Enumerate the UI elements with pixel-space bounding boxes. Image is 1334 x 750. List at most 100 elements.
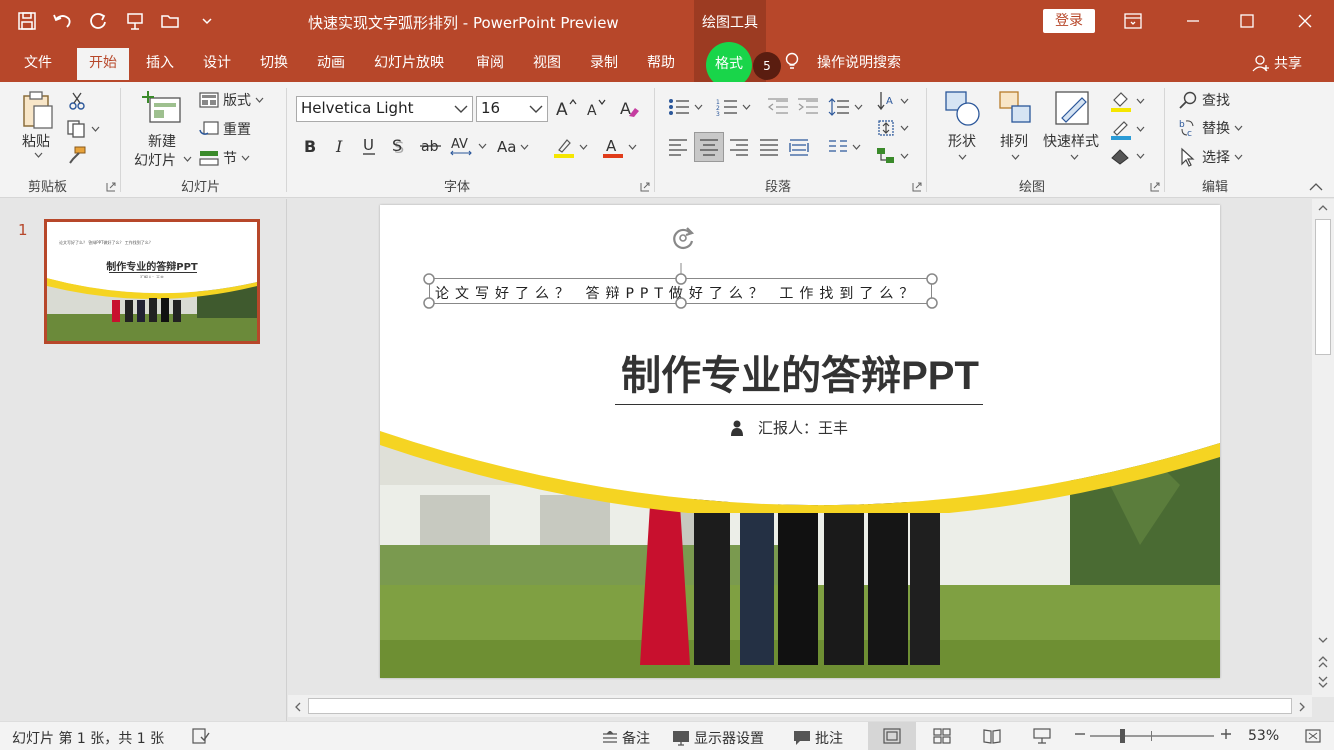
present-icon[interactable] xyxy=(122,8,148,34)
tab-record[interactable]: 录制 xyxy=(590,52,618,72)
font-name-combo[interactable]: Helvetica Light xyxy=(296,96,473,122)
rotate-handle-icon[interactable] xyxy=(667,223,699,253)
normal-view-icon[interactable] xyxy=(868,722,916,750)
zoom-level[interactable]: 53% xyxy=(1248,728,1279,744)
undo-icon[interactable] xyxy=(50,8,76,34)
reporter-line[interactable]: 汇报人：王丰 xyxy=(730,417,848,438)
vertical-scroll-thumb[interactable] xyxy=(1315,219,1331,355)
font-launcher-icon[interactable] xyxy=(640,182,650,192)
arrange-label[interactable]: 排列 xyxy=(1000,131,1028,151)
tab-help[interactable]: 帮助 xyxy=(647,52,675,72)
layout-button[interactable]: 版式 xyxy=(199,90,264,110)
zoom-slider-thumb[interactable] xyxy=(1120,729,1125,743)
horizontal-scroll-thumb[interactable] xyxy=(308,698,1292,714)
tab-slideshow[interactable]: 幻灯片放映 xyxy=(374,52,444,72)
paste-dropdown-icon[interactable] xyxy=(34,152,43,158)
distributed-icon[interactable] xyxy=(789,138,809,156)
paragraph-launcher-icon[interactable] xyxy=(912,182,922,192)
scroll-left-icon[interactable] xyxy=(293,701,303,713)
tab-animations[interactable]: 动画 xyxy=(317,52,345,72)
increase-indent-icon[interactable] xyxy=(797,98,819,116)
strikethrough-icon[interactable]: ab xyxy=(420,136,442,156)
arrange-icon[interactable] xyxy=(998,90,1034,128)
tell-me-lightbulb-icon[interactable] xyxy=(784,52,800,72)
minimize-icon[interactable] xyxy=(1180,10,1206,32)
smartart-icon[interactable] xyxy=(876,146,909,166)
ribbon-display-options-icon[interactable] xyxy=(1120,10,1146,32)
collapse-ribbon-icon[interactable] xyxy=(1309,182,1323,191)
paste-icon[interactable] xyxy=(20,90,56,130)
zoom-slider[interactable] xyxy=(1090,735,1214,737)
line-spacing-icon[interactable] xyxy=(828,98,863,116)
slideshow-view-icon[interactable] xyxy=(1033,728,1051,744)
underline-icon[interactable]: U xyxy=(361,136,377,156)
cut-icon[interactable] xyxy=(68,92,86,110)
slide-thumbnail[interactable]: 论文写好了么？ 答辩PPT做好了么？ 工作找到了么？ 制作专业的答辩PPT 汇报… xyxy=(44,219,260,344)
tab-view[interactable]: 视图 xyxy=(533,52,561,72)
highlight-color-icon[interactable] xyxy=(553,136,588,158)
change-case-button[interactable]: Aa xyxy=(497,138,529,156)
justify-icon[interactable] xyxy=(759,138,779,156)
scroll-up-icon[interactable] xyxy=(1317,203,1329,213)
vertical-scrollbar[interactable] xyxy=(1312,199,1334,697)
quick-styles-label[interactable]: 快速样式 xyxy=(1043,131,1099,151)
italic-icon[interactable]: I xyxy=(333,136,349,156)
new-slide-icon[interactable] xyxy=(142,90,182,126)
character-spacing-icon[interactable]: AV xyxy=(450,136,487,156)
scroll-down-icon[interactable] xyxy=(1317,635,1329,645)
previous-slide-icon[interactable] xyxy=(1317,655,1329,669)
numbering-icon[interactable]: 123 xyxy=(716,98,751,116)
comments-button[interactable]: 批注 xyxy=(793,728,843,748)
font-color-icon[interactable]: A xyxy=(602,136,637,158)
next-slide-icon[interactable] xyxy=(1317,675,1329,689)
columns-icon[interactable] xyxy=(828,138,861,156)
tab-insert[interactable]: 插入 xyxy=(146,52,174,72)
login-button[interactable]: 登录 xyxy=(1043,9,1095,33)
accessibility-icon[interactable] xyxy=(192,728,210,744)
slide-title[interactable]: 制作专业的答辩PPT xyxy=(380,343,1220,401)
notes-button[interactable]: 备注 xyxy=(602,728,650,748)
save-icon[interactable] xyxy=(14,8,40,34)
open-folder-icon[interactable] xyxy=(158,8,184,34)
grow-font-icon[interactable]: A xyxy=(555,98,577,118)
tell-me-search[interactable]: 操作说明搜索 xyxy=(817,52,901,72)
reset-button[interactable]: 重置 xyxy=(199,119,251,139)
tab-design[interactable]: 设计 xyxy=(203,52,231,72)
replace-button[interactable]: bc 替换 xyxy=(1178,118,1243,138)
align-text-icon[interactable] xyxy=(876,118,909,138)
shape-fill-icon[interactable] xyxy=(1110,90,1145,112)
close-icon[interactable] xyxy=(1292,10,1318,32)
align-center-icon[interactable] xyxy=(694,132,724,162)
copy-icon[interactable] xyxy=(67,120,100,138)
reading-view-icon[interactable] xyxy=(983,728,1001,744)
drawing-launcher-icon[interactable] xyxy=(1150,182,1160,192)
customize-qat-icon[interactable] xyxy=(194,8,220,34)
shrink-font-icon[interactable]: A xyxy=(585,98,607,118)
new-slide-dropdown-label[interactable]: 幻灯片 xyxy=(134,150,176,170)
horizontal-scrollbar[interactable] xyxy=(288,695,1312,717)
tab-home[interactable]: 开始 xyxy=(77,48,129,80)
align-right-icon[interactable] xyxy=(729,138,749,156)
text-direction-icon[interactable]: A xyxy=(876,90,909,112)
zoom-in-icon[interactable] xyxy=(1220,728,1232,740)
align-left-icon[interactable] xyxy=(668,138,688,156)
section-button[interactable]: 节 xyxy=(199,148,250,168)
decrease-indent-icon[interactable] xyxy=(767,98,789,116)
font-size-combo[interactable]: 16 xyxy=(476,96,548,122)
clipboard-launcher-icon[interactable] xyxy=(106,182,116,192)
select-button[interactable]: 选择 xyxy=(1178,147,1243,167)
paste-label[interactable]: 粘贴 xyxy=(22,131,50,151)
scroll-right-icon[interactable] xyxy=(1297,701,1307,713)
slide[interactable]: 论文写好了么？ 答辩PPT做好了么？ 工作找到了么？ 制作专业的答辩PPT 汇报… xyxy=(380,205,1220,678)
slide-sorter-icon[interactable] xyxy=(933,728,951,744)
tab-review[interactable]: 审阅 xyxy=(476,52,504,72)
fit-to-window-icon[interactable] xyxy=(1304,728,1322,744)
shapes-icon[interactable] xyxy=(944,90,982,128)
maximize-icon[interactable] xyxy=(1234,10,1260,32)
tab-file[interactable]: 文件 xyxy=(24,52,52,72)
quick-styles-icon[interactable] xyxy=(1054,90,1092,128)
new-slide-label[interactable]: 新建 xyxy=(148,131,176,151)
display-settings-button[interactable]: 显示器设置 xyxy=(672,728,764,748)
zoom-out-icon[interactable] xyxy=(1074,728,1086,740)
shape-effects-icon[interactable] xyxy=(1110,146,1145,166)
